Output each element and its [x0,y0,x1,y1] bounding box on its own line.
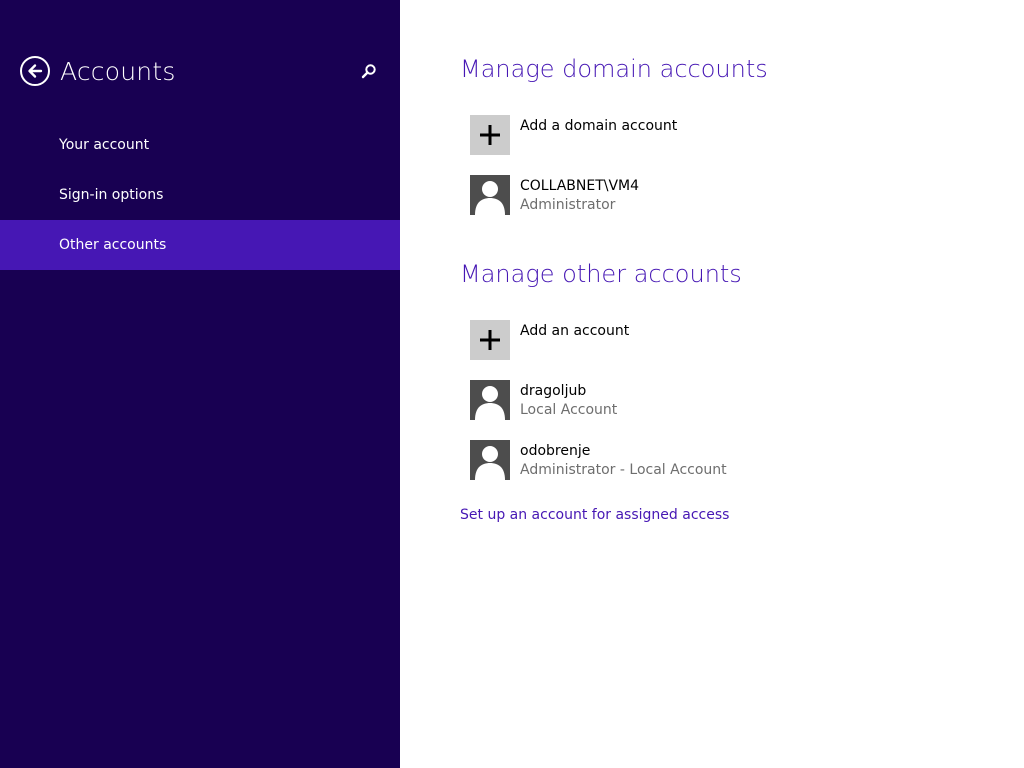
sidebar-item-label: Other accounts [59,237,167,253]
account-name: dragoljub [520,383,587,399]
account-row-collabnet-vm4[interactable]: COLLABNET\VM4 Administrator [470,175,639,215]
account-row-dragoljub[interactable]: dragoljub Local Account [470,380,617,420]
row-text: Add an account [520,320,629,340]
avatar [470,380,510,420]
add-tile [470,320,510,360]
add-tile [470,115,510,155]
section-title-other-accounts: Manage other accounts [460,260,742,288]
back-button[interactable] [20,56,50,86]
back-arrow-icon [28,64,43,78]
account-row-odobrenje[interactable]: odobrenje Administrator - Local Account [470,440,727,480]
sidebar-item-other-accounts[interactable]: Other accounts [0,220,400,270]
sidebar-item-label: Sign-in options [59,187,164,203]
sidebar-nav: Your account Sign-in options Other accou… [0,120,400,270]
account-type: Administrator - Local Account [520,462,727,478]
sidebar: Accounts Your account Sign-in options Ot… [0,0,400,768]
search-icon [361,64,376,79]
avatar [470,440,510,480]
avatar [470,175,510,215]
account-type: Local Account [520,402,618,418]
row-text: Add a domain account [520,115,677,135]
user-avatar-icon [475,386,505,420]
assigned-access-link[interactable]: Set up an account for assigned access [460,507,729,523]
row-text: COLLABNET\VM4 Administrator [520,175,639,215]
row-text: dragoljub Local Account [520,380,617,420]
user-avatar-icon [475,181,505,215]
add-domain-account-label: Add a domain account [520,118,678,134]
account-name: odobrenje [520,443,591,459]
row-text: odobrenje Administrator - Local Account [520,440,727,480]
sidebar-item-label: Your account [59,137,150,153]
user-avatar-icon [475,446,505,480]
plus-icon [480,330,500,350]
sidebar-item-sign-in-options[interactable]: Sign-in options [0,170,400,220]
account-type: Administrator [520,197,616,213]
sidebar-header: Accounts [20,54,380,88]
account-name: COLLABNET\VM4 [520,178,640,194]
sidebar-item-your-account[interactable]: Your account [0,120,400,170]
search-button[interactable] [358,60,380,82]
page-title: Accounts [60,56,176,86]
add-domain-account-button[interactable]: Add a domain account [470,115,677,155]
plus-icon [480,125,500,145]
section-title-domain-accounts: Manage domain accounts [460,55,768,83]
add-account-label: Add an account [520,323,630,339]
add-account-button[interactable]: Add an account [470,320,629,360]
